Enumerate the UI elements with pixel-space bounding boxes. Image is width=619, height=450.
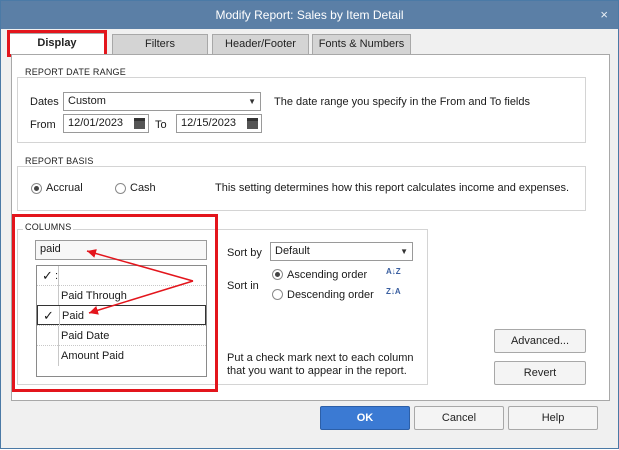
revert-button[interactable]: Revert bbox=[494, 361, 586, 385]
descending-label[interactable]: Descending order bbox=[287, 289, 374, 301]
columns-hint: Put a check mark next to each column tha… bbox=[227, 352, 414, 377]
chevron-down-icon: ▼ bbox=[400, 247, 408, 256]
help-button[interactable]: Help bbox=[508, 406, 598, 430]
ascending-label[interactable]: Ascending order bbox=[287, 269, 367, 281]
ascending-radio[interactable] bbox=[272, 269, 283, 280]
advanced-button[interactable]: Advanced... bbox=[494, 329, 586, 353]
cancel-button[interactable]: Cancel bbox=[414, 406, 504, 430]
sort-by-label: Sort by bbox=[227, 247, 262, 259]
sort-in-label: Sort in bbox=[227, 280, 259, 292]
sort-by-select[interactable]: Default ▼ bbox=[270, 242, 413, 261]
modify-report-dialog: Modify Report: Sales by Item Detail × Di… bbox=[0, 0, 619, 449]
sort-descending-icon: Z↓A bbox=[386, 287, 401, 296]
sort-ascending-icon: A↓Z bbox=[386, 267, 401, 276]
ok-button[interactable]: OK bbox=[320, 406, 410, 430]
descending-radio[interactable] bbox=[272, 289, 283, 300]
